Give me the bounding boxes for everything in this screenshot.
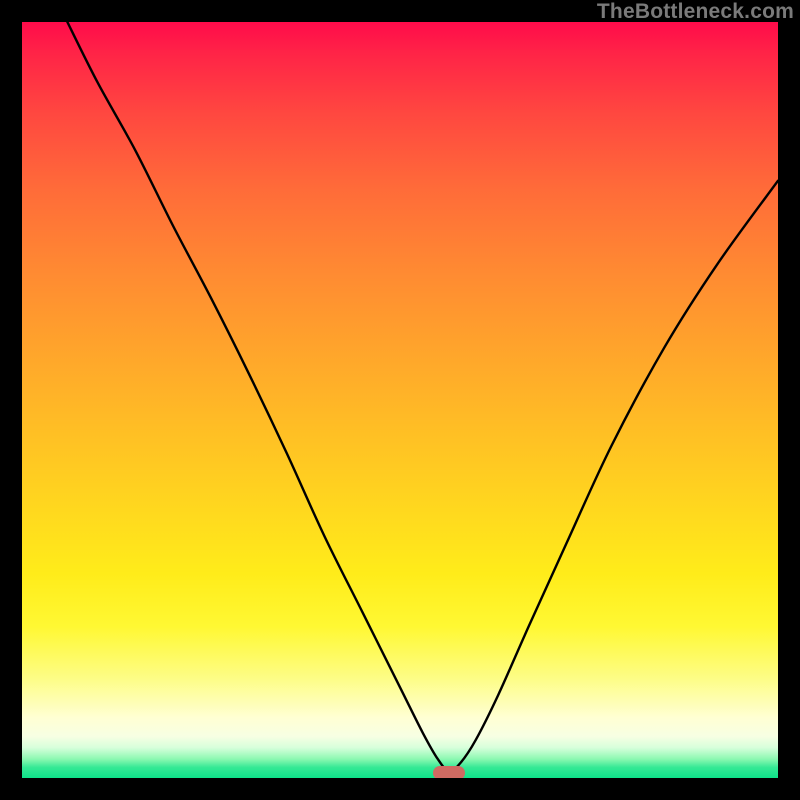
optimal-point-marker xyxy=(433,766,465,778)
watermark-text: TheBottleneck.com xyxy=(597,0,794,24)
bottleneck-curve xyxy=(22,22,778,778)
chart-frame: TheBottleneck.com xyxy=(0,0,800,800)
plot-area xyxy=(22,22,778,778)
